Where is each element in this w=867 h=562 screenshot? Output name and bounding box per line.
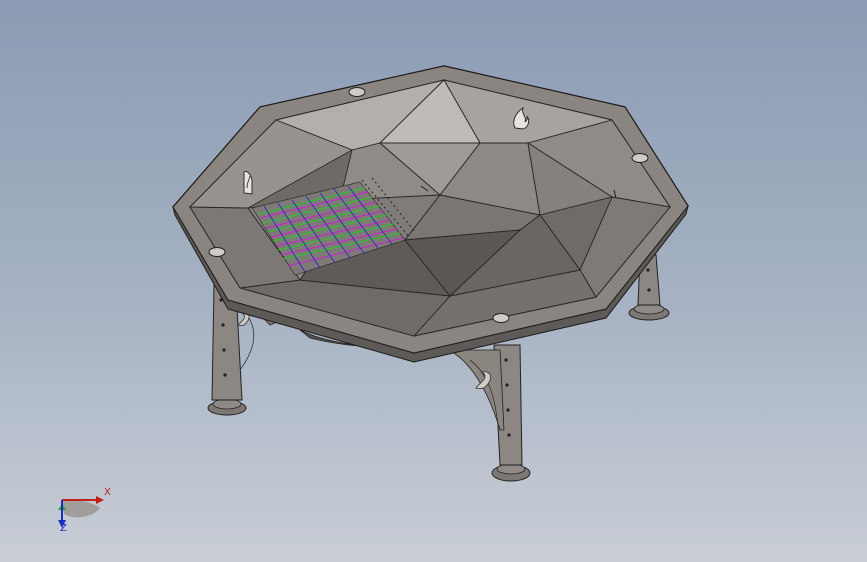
leg-front-right[interactable] <box>447 344 531 482</box>
model-viewport[interactable]: X Z <box>0 0 867 562</box>
view-orientation-triad[interactable]: X Z <box>48 484 118 544</box>
fire-pit-model[interactable] <box>0 0 867 562</box>
x-axis-label: X <box>104 487 111 498</box>
x-axis-arrow <box>96 496 104 504</box>
z-axis-label: Z <box>60 523 67 534</box>
